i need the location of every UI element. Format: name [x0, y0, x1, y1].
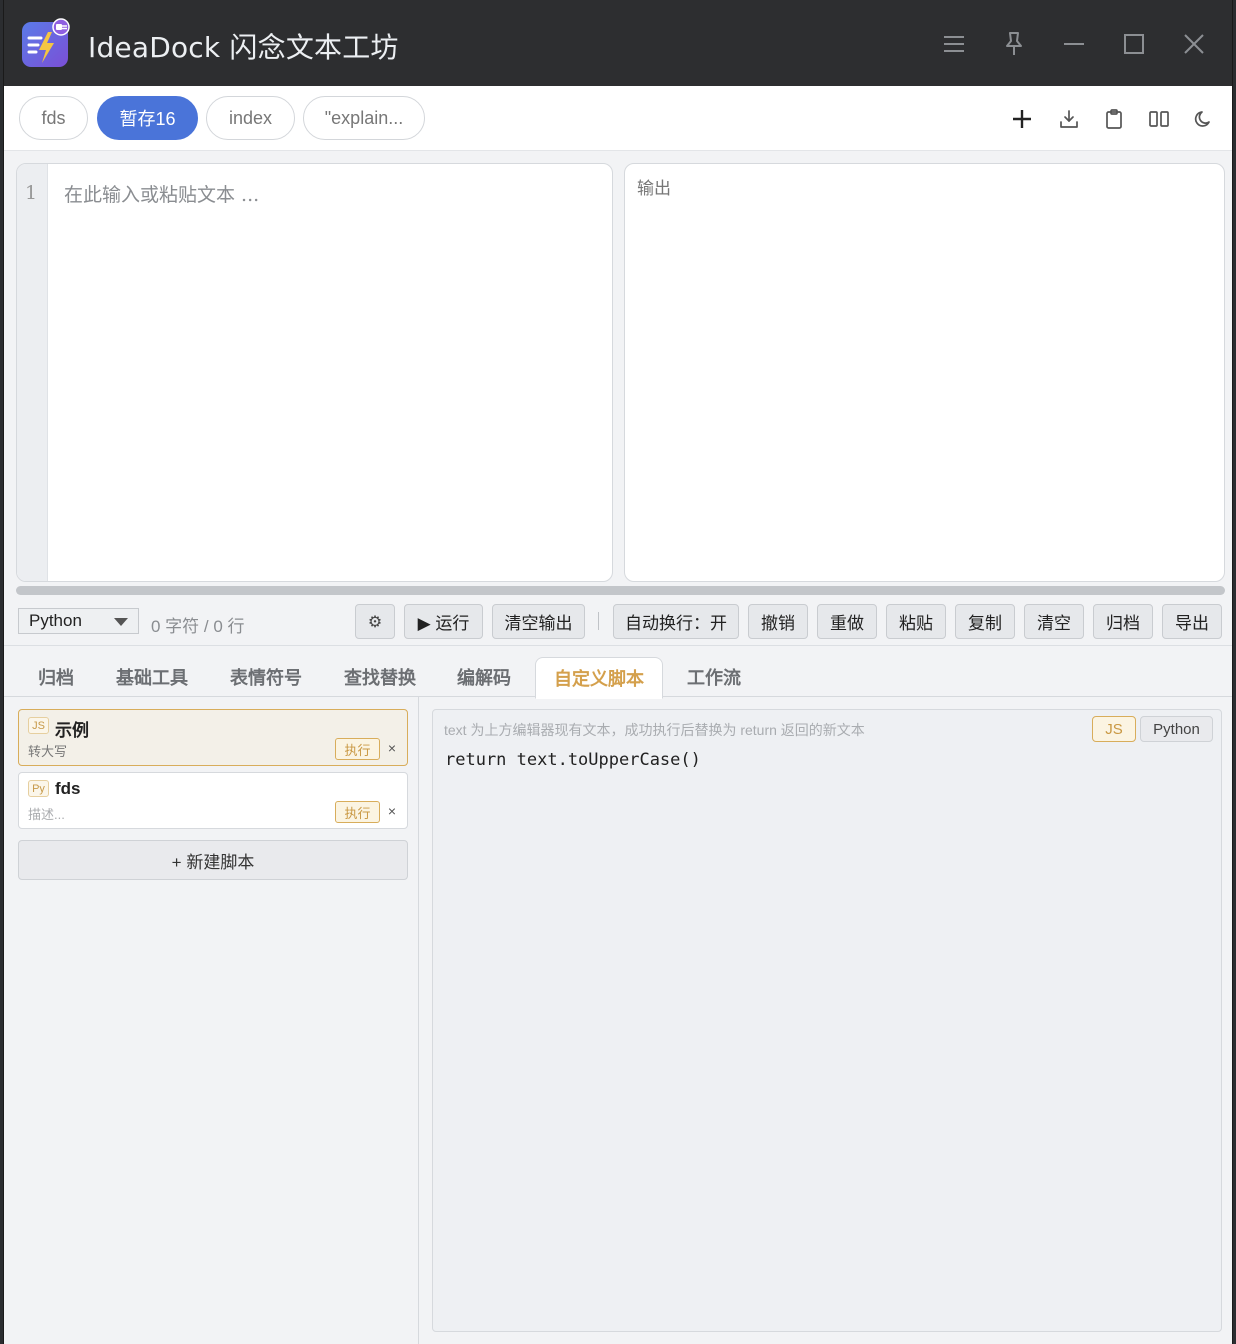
- plus-icon[interactable]: [1007, 104, 1037, 134]
- delete-script-icon[interactable]: ×: [385, 739, 399, 757]
- input-placeholder: 在此输入或粘贴文本 ...: [64, 184, 260, 206]
- download-icon[interactable]: [1054, 104, 1084, 134]
- script-code[interactable]: return text.toUpperCase(): [445, 750, 701, 770]
- script-description-placeholder[interactable]: 描述...: [28, 804, 65, 823]
- execute-script-button[interactable]: 执行: [335, 801, 380, 823]
- execute-script-button[interactable]: 执行: [335, 738, 380, 760]
- split-view-icon[interactable]: [1144, 104, 1174, 134]
- app-title: IdeaDock 闪念文本工坊: [88, 31, 399, 64]
- paste-button[interactable]: 粘贴: [886, 604, 946, 639]
- script-name: 示例: [55, 721, 89, 740]
- auto-wrap-toggle[interactable]: 自动换行：开: [613, 604, 739, 639]
- text-stats: 0 字符 / 0 行: [151, 617, 245, 636]
- script-code-editor[interactable]: text 为上方编辑器现有文本，成功执行后替换为 return 返回的新文本 J…: [432, 709, 1222, 1332]
- tab-encode-decode[interactable]: 编解码: [448, 656, 520, 698]
- clear-button[interactable]: 清空: [1024, 604, 1084, 639]
- doc-tab-explain[interactable]: "explain...: [303, 96, 425, 140]
- gear-icon: ⚙: [367, 612, 383, 631]
- moon-icon[interactable]: [1189, 104, 1219, 134]
- archive-button[interactable]: 归档: [1093, 604, 1153, 639]
- line-number: 1: [25, 182, 38, 204]
- maximize-icon[interactable]: [1116, 26, 1152, 62]
- menu-icon[interactable]: [936, 26, 972, 62]
- copy-button[interactable]: 复制: [955, 604, 1015, 639]
- lang-js-toggle[interactable]: JS: [1092, 716, 1136, 742]
- undo-button[interactable]: 撤销: [748, 604, 808, 639]
- lang-python-toggle[interactable]: Python: [1140, 716, 1213, 742]
- tab-workflow[interactable]: 工作流: [678, 656, 750, 698]
- toolbar-divider: [598, 612, 599, 630]
- doc-tab-fds[interactable]: fds: [19, 96, 88, 140]
- script-name: fds: [55, 779, 81, 798]
- script-item[interactable]: JS 示例 转大写 执行 ×: [18, 709, 408, 766]
- js-language-badge: JS: [28, 717, 49, 734]
- redo-button[interactable]: 重做: [817, 604, 877, 639]
- doc-tab-scratch-16[interactable]: 暂存16: [97, 96, 198, 140]
- tab-basic-tools[interactable]: 基础工具: [106, 656, 198, 698]
- doc-tab-index[interactable]: index: [206, 96, 295, 140]
- clipboard-icon[interactable]: [1099, 104, 1129, 134]
- app-logo-icon: [21, 18, 70, 68]
- input-editor[interactable]: 1 在此输入或粘贴文本 ...: [16, 163, 613, 582]
- horizontal-scrollbar[interactable]: [16, 586, 1225, 595]
- tab-custom-scripts[interactable]: 自定义脚本: [535, 657, 663, 699]
- new-script-button[interactable]: + 新建脚本: [18, 840, 408, 880]
- minimize-icon[interactable]: [1056, 26, 1092, 62]
- script-item[interactable]: Py fds 描述... 执行 ×: [18, 772, 408, 829]
- output-placeholder: 输出: [637, 179, 671, 198]
- clear-output-button[interactable]: 清空输出: [492, 604, 585, 639]
- python-language-badge: Py: [28, 780, 49, 797]
- run-button[interactable]: ▶ 运行: [404, 604, 483, 639]
- pin-icon[interactable]: [996, 26, 1032, 62]
- language-select[interactable]: Python: [18, 608, 139, 634]
- document-tabs-bar: fds 暂存16 index "explain...: [4, 86, 1232, 151]
- tab-archive[interactable]: 归档: [26, 656, 86, 698]
- export-button[interactable]: 导出: [1162, 604, 1222, 639]
- tab-find-replace[interactable]: 查找替换: [334, 656, 426, 698]
- tab-emoji[interactable]: 表情符号: [220, 656, 312, 698]
- tool-tabs: 归档 基础工具 表情符号 查找替换 编解码 自定义脚本 工作流: [4, 645, 1232, 699]
- delete-script-icon[interactable]: ×: [385, 802, 399, 820]
- script-hint: text 为上方编辑器现有文本，成功执行后替换为 return 返回的新文本: [444, 722, 865, 738]
- close-icon[interactable]: [1176, 26, 1212, 62]
- scripts-list-pane: JS 示例 转大写 执行 × Py fds 描述... 执行 × + 新建脚本: [4, 697, 419, 1344]
- settings-button[interactable]: ⚙: [355, 604, 395, 639]
- language-select-value: Python: [29, 611, 82, 630]
- title-bar: IdeaDock 闪念文本工坊: [4, 0, 1232, 86]
- chevron-down-icon: [114, 618, 128, 626]
- app-window: IdeaDock 闪念文本工坊 fds 暂存16 index "explain.…: [3, 0, 1233, 1344]
- script-description[interactable]: 转大写: [28, 741, 67, 760]
- output-panel[interactable]: 输出: [624, 163, 1225, 582]
- action-toolbar: Python 0 字符 / 0 行 ⚙ ▶ 运行 清空输出 自动换行：开 撤销 …: [4, 600, 1232, 644]
- line-gutter: 1: [17, 164, 48, 581]
